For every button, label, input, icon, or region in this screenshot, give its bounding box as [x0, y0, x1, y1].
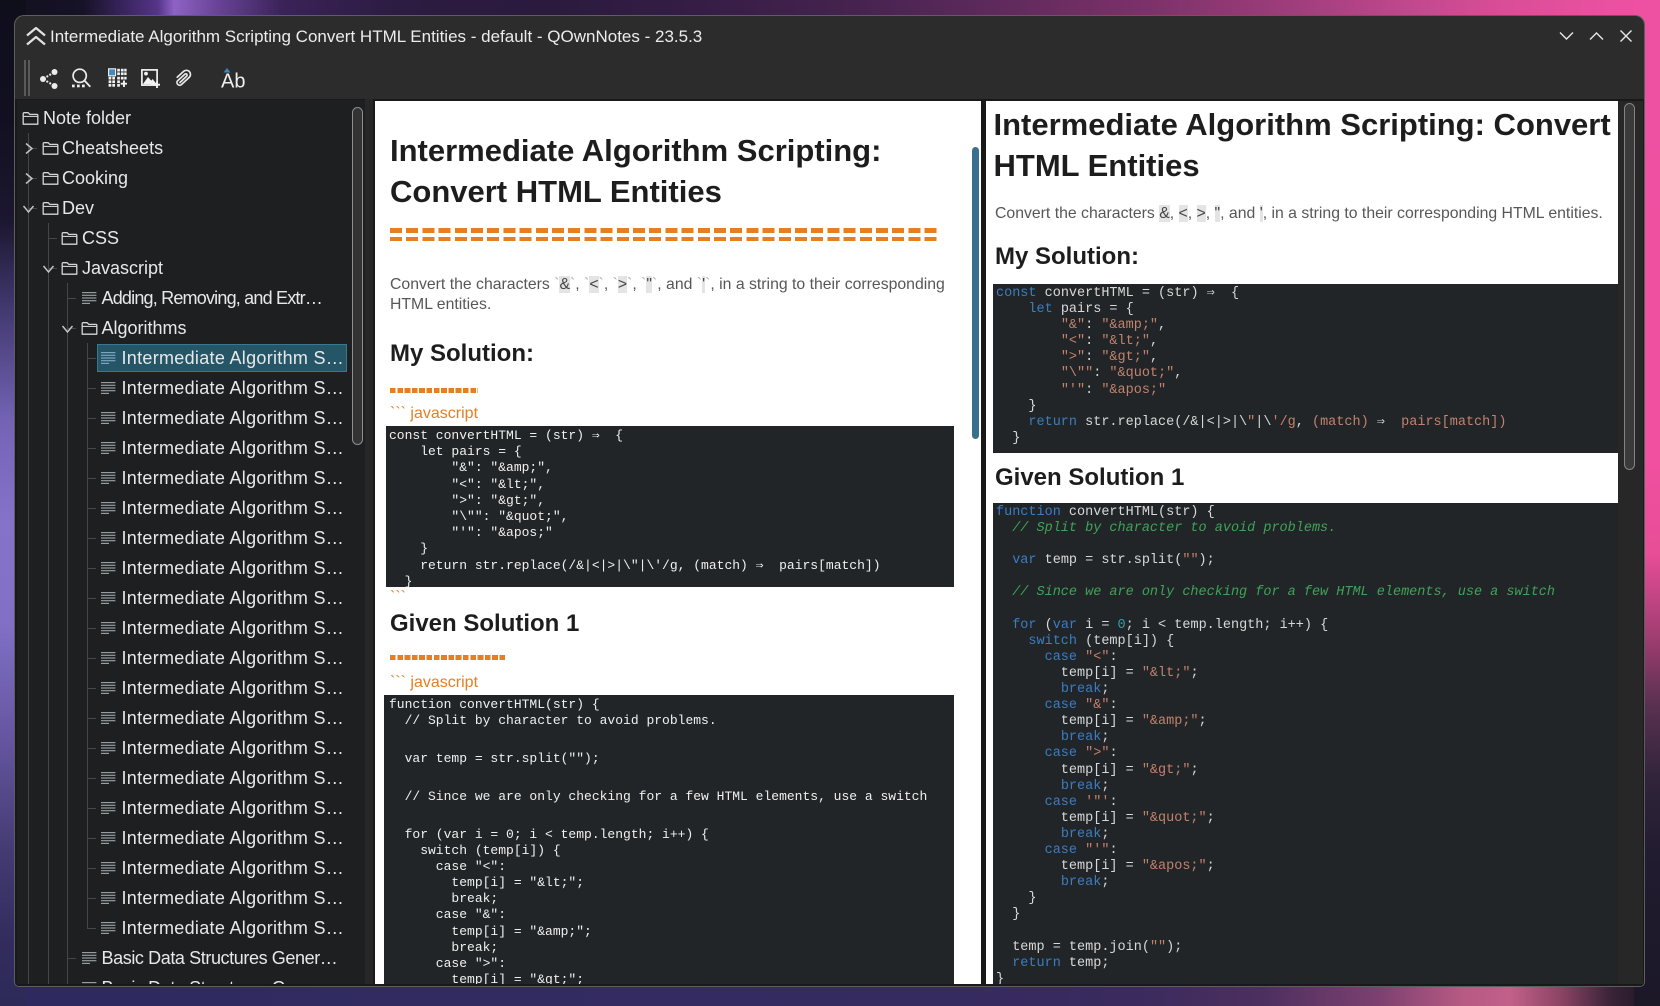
- svg-text:Ab: Ab: [221, 71, 245, 93]
